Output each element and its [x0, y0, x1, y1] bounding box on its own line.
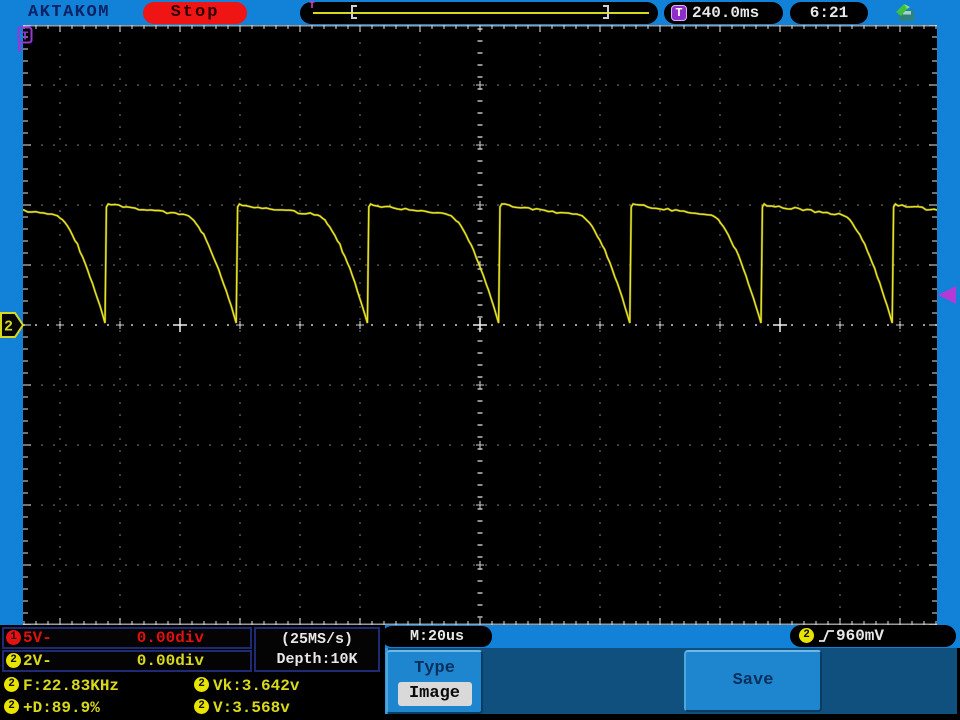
- trigger-flag-icon: T: [17, 26, 33, 52]
- measurement-voltage: 2 V:3.568v: [194, 698, 290, 718]
- svg-text:2: 2: [4, 319, 13, 336]
- channel2-badge: 2: [6, 653, 21, 668]
- usb-disk-icon: [896, 4, 914, 21]
- channel2-badge: 2: [194, 677, 209, 693]
- trigger-level-marker: [938, 286, 956, 304]
- brand-logo: AKTAKOM: [28, 3, 110, 22]
- type-button[interactable]: Type Image: [386, 650, 483, 714]
- trigger-position-indicator: T: [300, 1, 658, 24]
- run-state-badge: Stop: [143, 2, 247, 24]
- channel2-badge: 2: [194, 699, 209, 715]
- trigger-level-readout: 2 960mV: [790, 625, 956, 647]
- channel1-badge: 1: [6, 630, 21, 645]
- window-left-bracket-icon: [351, 5, 357, 19]
- type-value-chip: Image: [397, 682, 472, 706]
- clock-readout: 6:21: [790, 2, 868, 24]
- trigger-t-icon: T: [671, 5, 687, 21]
- svg-text:T: T: [21, 30, 28, 44]
- trigger-time-value: 240.0ms: [692, 4, 760, 22]
- trigger-level-value: 960mV: [836, 627, 885, 645]
- channel2-badge: 2: [4, 699, 19, 715]
- measurement-frequency: 2 F:22.83KHz: [4, 676, 119, 696]
- memory-bar-line: [313, 12, 649, 14]
- measurement-duty: 2 +D:89.9%: [4, 698, 100, 718]
- channel1-scale: 5V-: [23, 629, 52, 647]
- channel1-status: 1 5V- 0.00div: [2, 627, 252, 649]
- channel2-offset: 0.00div: [136, 652, 204, 670]
- channel2-badge: 2: [4, 677, 19, 693]
- channel2-status: 2 2V- 0.00div: [2, 650, 252, 672]
- rising-edge-icon: [819, 630, 834, 642]
- channel1-offset: 0.00div: [136, 629, 204, 647]
- trigger-position-t-icon: T: [309, 1, 316, 12]
- timebase-readout: M:20us: [382, 626, 492, 647]
- oscilloscope-screen: AKTAKOM Stop T T 240.0ms 6:21 T 2 1 5V-: [0, 0, 960, 720]
- type-button-label: Type: [414, 659, 455, 678]
- memory-depth: Depth:10K: [276, 651, 358, 668]
- trigger-time-readout: T 240.0ms: [664, 2, 783, 24]
- channel2-position-marker: 2: [0, 312, 24, 338]
- measurement-vk: 2 Vk:3.642v: [194, 676, 299, 696]
- channel2-badge: 2: [799, 628, 814, 643]
- acquisition-status: (25MS/s) Depth:10K: [254, 627, 380, 672]
- sample-rate: (25MS/s): [280, 631, 353, 648]
- save-button[interactable]: Save: [684, 650, 822, 712]
- channel2-scale: 2V-: [23, 652, 52, 670]
- waveform-display: [23, 25, 937, 625]
- panel-bottom-edge: [385, 714, 960, 720]
- window-right-bracket-icon: [603, 5, 609, 19]
